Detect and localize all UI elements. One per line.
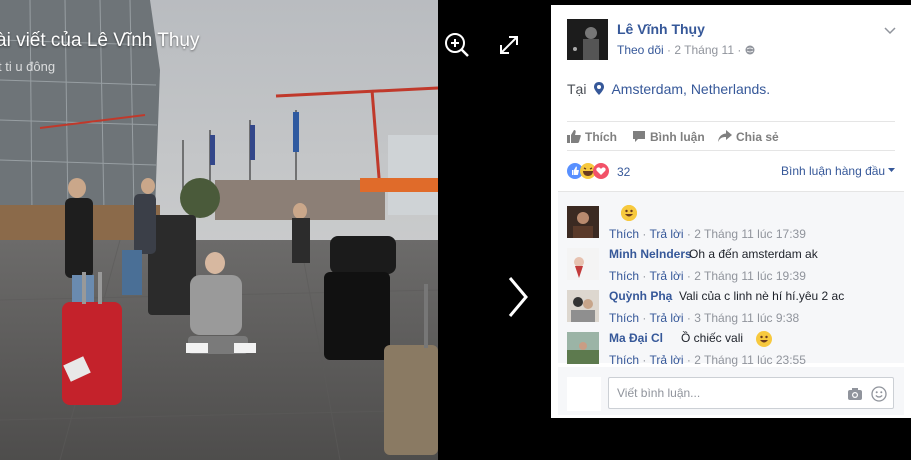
comment-composer: Viết bình luận... bbox=[558, 367, 904, 415]
commenter-avatar[interactable] bbox=[567, 290, 599, 322]
comment-meta: Thích · Trả lời · 2 Tháng 11 lúc 17:39 bbox=[609, 227, 806, 241]
photo-post-title: ài viết của Lê Vĩnh Thụy bbox=[0, 30, 200, 51]
comment-time[interactable]: 3 Tháng 11 lúc 9:38 bbox=[694, 311, 799, 325]
comment-like-link[interactable]: Thích bbox=[609, 311, 639, 325]
comment-reply-link[interactable]: Trả lời bbox=[649, 311, 683, 325]
camera-icon[interactable] bbox=[847, 387, 863, 401]
comment-text: Oh a đến amsterdam ak bbox=[689, 247, 818, 261]
globe-privacy-icon[interactable] bbox=[745, 45, 755, 55]
comment-time[interactable]: 2 Tháng 11 lúc 23:55 bbox=[694, 353, 806, 367]
like-label: Thích bbox=[585, 130, 617, 144]
location-prefix: Tại bbox=[567, 81, 587, 97]
comment-text: Ồ chiếc vali bbox=[681, 331, 744, 345]
comment-input[interactable]: Viết bình luận... bbox=[608, 377, 894, 409]
comment-sort-dropdown[interactable]: Bình luận hàng đầu bbox=[781, 164, 896, 178]
comment-reply-link[interactable]: Trả lời bbox=[649, 353, 683, 367]
author-name-link[interactable]: Lê Vĩnh Thụy bbox=[617, 21, 705, 37]
comment-text: Vali của c linh nè hí hí.yêu 2 ac bbox=[679, 289, 845, 303]
post-meta: Theo dõi · 2 Tháng 11 · bbox=[617, 43, 755, 57]
next-photo-chevron-icon[interactable] bbox=[500, 270, 534, 324]
post-options-chevron-icon[interactable] bbox=[883, 23, 897, 37]
comment-reply-link[interactable]: Trả lời bbox=[649, 227, 683, 241]
comment-item: Minh Nelnders Oh a đến amsterdam ak Thíc… bbox=[567, 244, 897, 286]
meta-separator-2: · bbox=[737, 43, 742, 57]
zoom-icon[interactable] bbox=[443, 31, 473, 61]
post-photo: ài viết của Lê Vĩnh Thụy t ti u đông bbox=[0, 0, 438, 460]
comment-item: Thích · Trả lời · 2 Tháng 11 lúc 17:39 bbox=[567, 202, 897, 244]
smiling-emoji-icon bbox=[756, 331, 772, 347]
commenter-name[interactable]: Minh Nelnders bbox=[609, 247, 692, 261]
author-avatar[interactable] bbox=[567, 19, 608, 60]
map-pin-icon bbox=[594, 82, 605, 95]
post-header: Lê Vĩnh Thụy Theo dõi · 2 Tháng 11 · bbox=[567, 19, 897, 69]
thumbs-up-icon bbox=[567, 130, 581, 143]
comment-meta: Thích · Trả lời · 2 Tháng 11 lúc 23:55 bbox=[609, 353, 806, 367]
comment-item: Ma Đại Cl Ồ chiếc vali Thích · Trả lời ·… bbox=[567, 328, 897, 370]
comment-input-placeholder: Viết bình luận... bbox=[617, 386, 701, 400]
comment-time[interactable]: 2 Tháng 11 lúc 17:39 bbox=[694, 227, 806, 241]
share-button[interactable]: Chia sẻ bbox=[718, 130, 779, 144]
comment-time[interactable]: 2 Tháng 11 lúc 19:39 bbox=[694, 269, 806, 283]
commenter-avatar[interactable] bbox=[567, 332, 599, 364]
comment-sort-label: Bình luận hàng đầu bbox=[781, 164, 886, 178]
share-label: Chia sẻ bbox=[736, 130, 779, 144]
comment-reply-link[interactable]: Trả lời bbox=[649, 269, 683, 283]
post-actions-bar: Thích Bình luận Chia sẻ bbox=[567, 121, 895, 151]
post-date[interactable]: 2 Tháng 11 bbox=[674, 43, 734, 57]
comment-like-link[interactable]: Thích bbox=[609, 269, 639, 283]
comment-bubble-icon bbox=[633, 131, 645, 142]
comment-like-link[interactable]: Thích bbox=[609, 353, 639, 367]
like-button[interactable]: Thích bbox=[567, 130, 617, 144]
comment-button[interactable]: Bình luận bbox=[632, 130, 705, 144]
love-reaction-icon bbox=[593, 163, 609, 179]
photo-viewer: ài viết của Lê Vĩnh Thụy t ti u đông bbox=[0, 0, 551, 460]
commenter-name[interactable]: Ma Đại Cl bbox=[609, 331, 663, 345]
commenter-name[interactable]: Quỳnh Phạ bbox=[609, 289, 672, 303]
grinning-emoji-icon bbox=[621, 205, 637, 221]
comments-list: Thích · Trả lời · 2 Tháng 11 lúc 17:39 M… bbox=[558, 191, 904, 367]
comment-item: Quỳnh Phạ Vali của c linh nè hí hí.yêu 2… bbox=[567, 286, 897, 328]
post-location: Tại Amsterdam, Netherlands. bbox=[567, 81, 770, 97]
comment-meta: Thích · Trả lời · 3 Tháng 11 lúc 9:38 bbox=[609, 311, 800, 325]
my-avatar bbox=[567, 377, 601, 411]
comment-meta: Thích · Trả lời · 2 Tháng 11 lúc 19:39 bbox=[609, 269, 806, 283]
dropdown-caret-icon bbox=[888, 168, 896, 172]
share-arrow-icon bbox=[718, 130, 732, 142]
follow-link[interactable]: Theo dõi bbox=[617, 43, 664, 57]
fullscreen-expand-icon[interactable] bbox=[495, 31, 525, 61]
photo-post-subtitle: t ti u đông bbox=[0, 59, 56, 74]
location-link[interactable]: Amsterdam, Netherlands. bbox=[611, 81, 770, 97]
commenter-avatar[interactable] bbox=[567, 248, 599, 280]
comment-label: Bình luận bbox=[650, 130, 705, 144]
meta-separator: · bbox=[667, 43, 672, 57]
post-side-panel: Lê Vĩnh Thụy Theo dõi · 2 Tháng 11 · Tại… bbox=[551, 5, 911, 418]
comment-like-link[interactable]: Thích bbox=[609, 227, 639, 241]
commenter-avatar[interactable] bbox=[567, 206, 599, 238]
reaction-count: 32 bbox=[617, 165, 631, 179]
emoji-smiley-icon[interactable] bbox=[871, 386, 887, 402]
